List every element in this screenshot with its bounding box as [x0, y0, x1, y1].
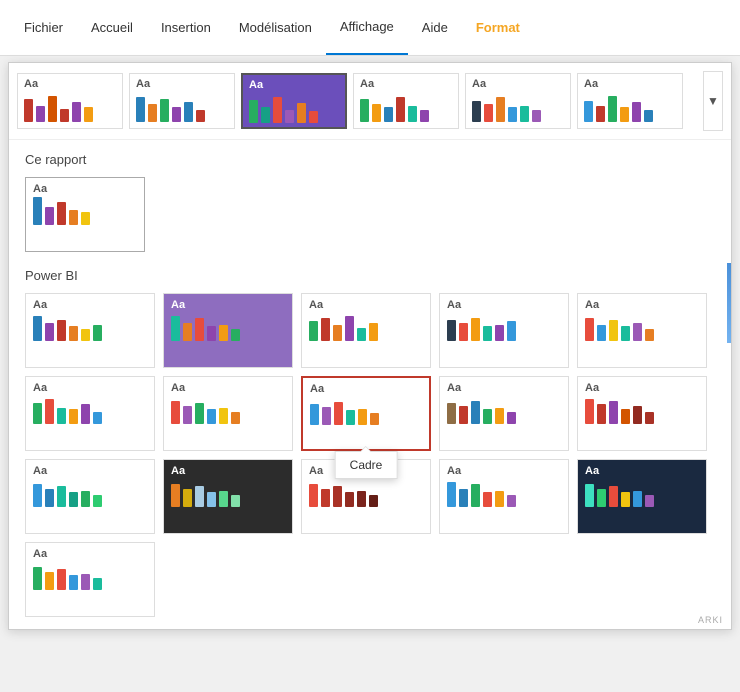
- grid-theme-bars: [33, 479, 147, 512]
- grid-theme-aa: Aa: [447, 465, 561, 477]
- grid-theme-card-g4[interactable]: Aa: [439, 293, 569, 368]
- grid-theme-bars: [447, 396, 561, 429]
- grid-theme-aa: Aa: [171, 382, 285, 394]
- theme-card-t2[interactable]: Aa: [129, 73, 235, 129]
- grid-theme-card-g8[interactable]: AaCadre: [301, 376, 431, 451]
- grid-theme-bars: [447, 479, 561, 512]
- grid-theme-aa: Aa: [585, 382, 699, 394]
- grid-theme-bars: [33, 313, 147, 346]
- grid-theme-bars: [171, 479, 285, 512]
- grid-theme-aa: Aa: [447, 299, 561, 311]
- grid-theme-aa: Aa: [33, 548, 147, 560]
- theme-card-t3[interactable]: Aa: [241, 73, 347, 129]
- grid-theme-bars: [585, 396, 699, 429]
- theme-mini-bars: [584, 94, 676, 127]
- grid-theme-card-g7[interactable]: Aa: [163, 376, 293, 451]
- grid-theme-bars: [171, 313, 285, 346]
- menu-aide[interactable]: Aide: [408, 0, 462, 55]
- grid-theme-card-g2[interactable]: Aa: [163, 293, 293, 368]
- grid-theme-card-g6[interactable]: Aa: [25, 376, 155, 451]
- side-decorative-line: [727, 263, 731, 343]
- theme-mini-bars: [360, 94, 452, 127]
- theme-mini-bars: [136, 94, 228, 127]
- top-themes-row: Aa Aa Aa Aa Aa Aa ▼: [9, 63, 731, 140]
- theme-aa-label: Aa: [360, 78, 452, 90]
- grid-theme-card-g11[interactable]: Aa: [25, 459, 155, 534]
- theme-mini-bars: [472, 94, 564, 127]
- grid-theme-aa: Aa: [33, 382, 147, 394]
- theme-mini-bars: [24, 94, 116, 127]
- theme-card-t6[interactable]: Aa: [577, 73, 683, 129]
- grid-theme-bars: [585, 313, 699, 346]
- grid-theme-bars: [309, 313, 423, 346]
- ce-rapport-aa: Aa: [33, 183, 137, 195]
- menu-fichier[interactable]: Fichier: [10, 0, 77, 55]
- grid-theme-aa: Aa: [33, 299, 147, 311]
- grid-theme-card-g9[interactable]: Aa: [439, 376, 569, 451]
- theme-aa-label: Aa: [472, 78, 564, 90]
- grid-theme-bars: [33, 562, 147, 595]
- theme-aa-label: Aa: [249, 79, 339, 91]
- theme-tooltip: Cadre: [335, 451, 398, 479]
- menu-accueil[interactable]: Accueil: [77, 0, 147, 55]
- grid-theme-aa: Aa: [447, 382, 561, 394]
- theme-aa-label: Aa: [584, 78, 676, 90]
- grid-theme-card-g16[interactable]: Aa: [25, 542, 155, 617]
- menubar: Fichier Accueil Insertion Modélisation A…: [0, 0, 740, 56]
- theme-aa-label: Aa: [136, 78, 228, 90]
- menu-modelisation[interactable]: Modélisation: [225, 0, 326, 55]
- grid-theme-bars: [310, 397, 422, 430]
- menu-insertion[interactable]: Insertion: [147, 0, 225, 55]
- theme-aa-label: Aa: [24, 78, 116, 90]
- grid-theme-bars: [33, 396, 147, 429]
- grid-theme-aa: Aa: [310, 383, 422, 395]
- grid-theme-aa: Aa: [33, 465, 147, 477]
- grid-theme-bars: [585, 479, 699, 512]
- grid-theme-aa: Aa: [309, 299, 423, 311]
- ce-rapport-card[interactable]: Aa: [25, 177, 145, 252]
- theme-card-t1[interactable]: Aa: [17, 73, 123, 129]
- watermark: ARKI: [698, 615, 723, 625]
- themes-dropdown-panel: Ce rapport Aa Power BI AaAaAaAaAaAaAaAaC…: [9, 140, 731, 629]
- grid-theme-card-g14[interactable]: Aa: [439, 459, 569, 534]
- grid-theme-card-g3[interactable]: Aa: [301, 293, 431, 368]
- grid-theme-bars: [447, 313, 561, 346]
- theme-card-t5[interactable]: Aa: [465, 73, 571, 129]
- grid-theme-aa: Aa: [585, 299, 699, 311]
- section-power-bi-title: Power BI: [25, 268, 715, 283]
- themes-grid: AaAaAaAaAaAaAaAaCadreAaAaAaAaAaAaAaAa: [25, 293, 715, 617]
- grid-theme-bars: [171, 396, 285, 429]
- grid-theme-aa: Aa: [171, 465, 285, 477]
- grid-theme-card-g5[interactable]: Aa: [577, 293, 707, 368]
- theme-card-t4[interactable]: Aa: [353, 73, 459, 129]
- section-ce-rapport-title: Ce rapport: [25, 152, 715, 167]
- grid-theme-card-g1[interactable]: Aa: [25, 293, 155, 368]
- grid-theme-aa: Aa: [171, 299, 285, 311]
- themes-dropdown-arrow[interactable]: ▼: [703, 71, 723, 131]
- grid-theme-aa: Aa: [585, 465, 699, 477]
- ce-rapport-bars: [33, 197, 137, 230]
- theme-mini-bars: [249, 95, 339, 128]
- menu-affichage[interactable]: Affichage: [326, 0, 408, 55]
- grid-theme-card-g15[interactable]: Aa: [577, 459, 707, 534]
- grid-theme-bars: [309, 479, 423, 512]
- grid-theme-card-g10[interactable]: Aa: [577, 376, 707, 451]
- menu-format[interactable]: Format: [462, 0, 534, 55]
- grid-theme-card-g12[interactable]: Aa: [163, 459, 293, 534]
